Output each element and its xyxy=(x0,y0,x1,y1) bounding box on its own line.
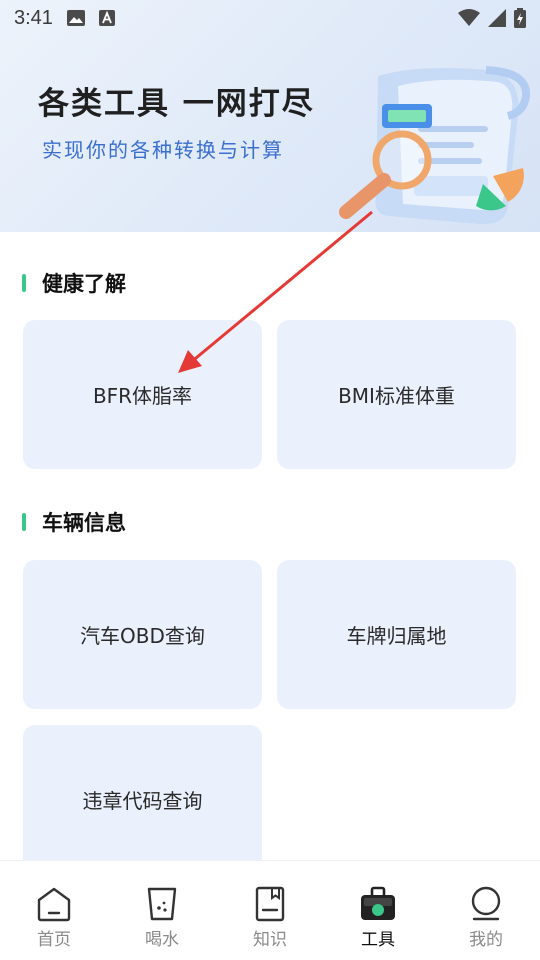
tool-tile-label: 车牌归属地 xyxy=(346,624,447,648)
water-cup-icon xyxy=(142,885,182,923)
battery-icon xyxy=(514,8,526,28)
tool-tile-label: 违章代码查询 xyxy=(82,789,203,813)
nav-item-tools[interactable]: 工具 xyxy=(324,885,432,950)
banner-subtitle: 实现你的各种转换与计算 xyxy=(42,138,284,162)
nav-item-knowledge[interactable]: 知识 xyxy=(216,885,324,950)
tool-tile-plate-origin[interactable]: 车牌归属地 xyxy=(277,560,516,709)
tool-tile-violation-code[interactable]: 违章代码查询 xyxy=(23,725,262,860)
nav-label: 首页 xyxy=(37,930,71,950)
nav-label: 喝水 xyxy=(145,930,179,950)
section-accent-bar xyxy=(22,274,26,292)
bottom-nav: 首页 喝水 知识 工具 我的 xyxy=(0,860,540,960)
wifi-icon xyxy=(458,9,480,27)
nav-item-water[interactable]: 喝水 xyxy=(108,885,216,950)
tool-tile-obd[interactable]: 汽车OBD查询 xyxy=(23,560,262,709)
nav-label: 我的 xyxy=(469,930,503,950)
tool-tile-bmi[interactable]: BMI标准体重 xyxy=(277,320,516,469)
nav-label: 知识 xyxy=(253,930,287,950)
signal-icon xyxy=(488,9,506,27)
section-accent-bar xyxy=(22,513,26,531)
section-title-vehicle: 车辆信息 xyxy=(42,511,126,535)
nav-item-profile[interactable]: 我的 xyxy=(432,885,540,950)
tool-tile-bfr[interactable]: BFR体脂率 xyxy=(23,320,262,469)
status-time: 3:41 xyxy=(14,6,53,29)
section-header-vehicle: 车辆信息 xyxy=(22,507,126,537)
tool-tile-label: BFR体脂率 xyxy=(92,384,193,408)
section-title-health: 健康了解 xyxy=(42,272,126,296)
book-icon xyxy=(250,885,290,923)
toolbox-icon xyxy=(358,885,398,923)
nav-item-home[interactable]: 首页 xyxy=(0,885,108,950)
tool-tile-label: 汽车OBD查询 xyxy=(80,624,205,648)
profile-icon xyxy=(466,885,506,923)
status-bar: 3:41 xyxy=(0,0,540,36)
a-badge-icon xyxy=(98,10,115,26)
tool-tile-label: BMI标准体重 xyxy=(338,384,455,408)
nav-label: 工具 xyxy=(361,930,395,950)
section-header-health: 健康了解 xyxy=(22,268,126,298)
banner-title: 各类工具 一网打尽 xyxy=(38,86,315,122)
magnifier-document-illustration xyxy=(339,66,531,225)
image-icon xyxy=(66,10,85,26)
home-icon xyxy=(34,885,74,923)
